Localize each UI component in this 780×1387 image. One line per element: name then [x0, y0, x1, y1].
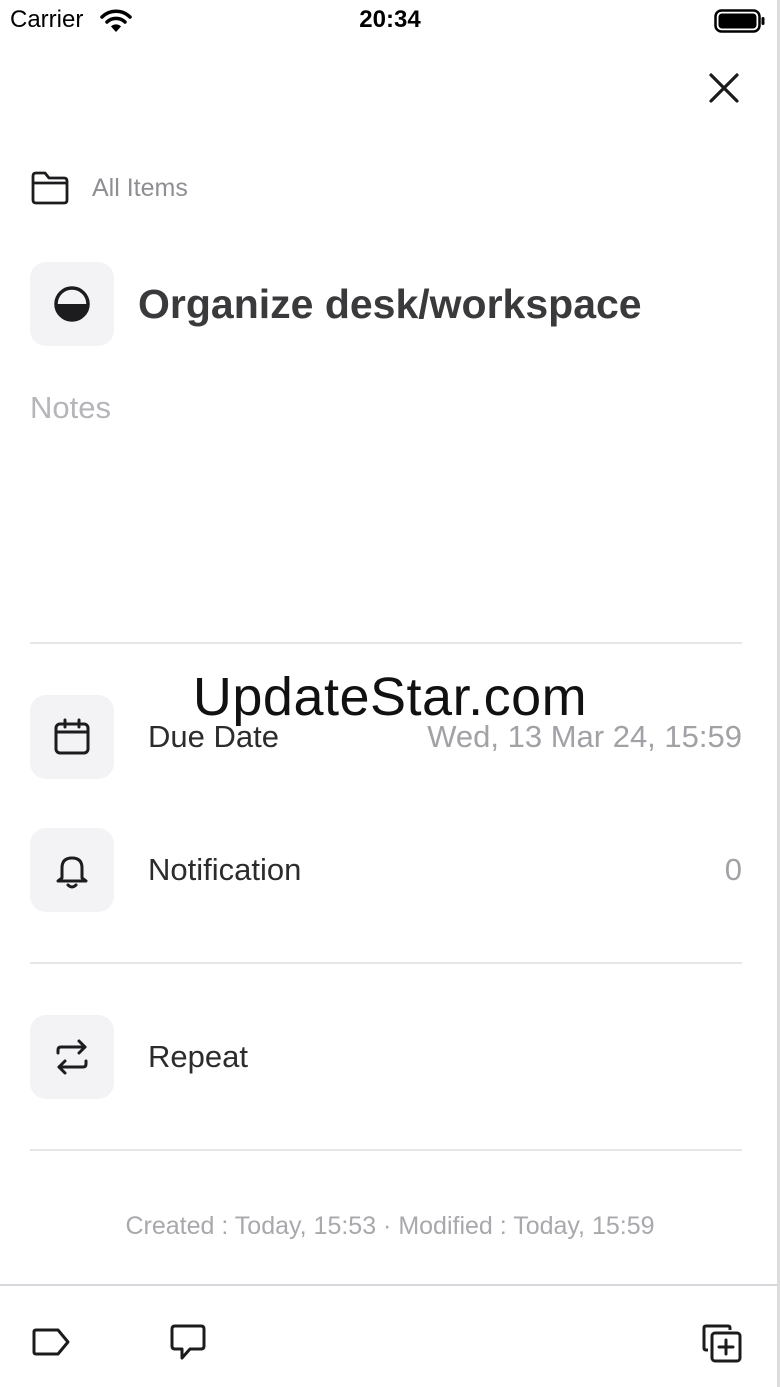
created-modified-info: Created : Today, 15:53 · Modified : Toda… [125, 1212, 655, 1240]
tag-icon [32, 1328, 70, 1356]
task-title-row: Organize desk/workspace [30, 262, 642, 346]
comment-button[interactable] [166, 1320, 210, 1364]
folder-icon [31, 171, 69, 205]
watermark: UpdateStar.com [192, 667, 588, 727]
status-time: 20:34 [359, 6, 421, 33]
bottom-toolbar [0, 1284, 780, 1387]
task-status-button[interactable] [30, 262, 114, 346]
folder-selector[interactable]: All Items [30, 166, 188, 210]
notes-field[interactable]: Notes [30, 390, 111, 426]
tag-button[interactable] [30, 1320, 74, 1364]
task-title[interactable]: Organize desk/workspace [138, 281, 642, 328]
half-circle-progress-icon [54, 286, 90, 322]
comment-icon [170, 1324, 206, 1360]
divider [30, 962, 742, 964]
notification-count: 0 [724, 852, 742, 887]
repeat-icon [56, 1039, 88, 1075]
divider [30, 1149, 742, 1151]
duplicate-button[interactable] [700, 1320, 744, 1364]
repeat-icon-tile [30, 1015, 114, 1099]
status-bar: Carrier 20:34 [0, 0, 780, 44]
notification-icon-tile [30, 828, 114, 912]
task-detail-screen: Carrier 20:34 All Items Organize desk/wo… [0, 0, 780, 1387]
duplicate-icon [702, 1324, 742, 1363]
battery-icon [714, 9, 765, 33]
bell-icon [56, 856, 88, 889]
notification-label: Notification [148, 852, 302, 887]
folder-label: All Items [92, 173, 188, 202]
repeat-row[interactable]: Repeat [30, 1015, 742, 1099]
close-button[interactable] [704, 68, 744, 108]
notification-row[interactable]: Notification 0 [30, 828, 742, 912]
repeat-label: Repeat [148, 1039, 248, 1074]
close-icon [709, 73, 739, 103]
divider [30, 642, 742, 644]
